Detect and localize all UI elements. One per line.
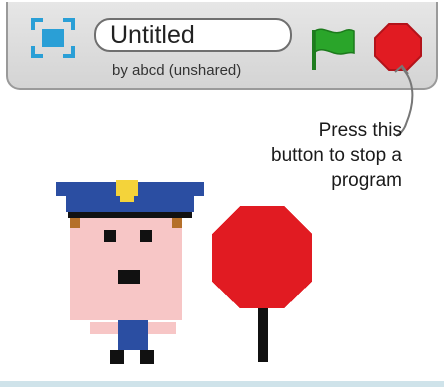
green-flag-button[interactable] xyxy=(308,22,358,72)
fullscreen-button[interactable] xyxy=(30,16,76,60)
callout-line-1: Press this xyxy=(318,120,402,141)
bottom-strip xyxy=(0,381,444,387)
callout-line-2: button to stop a xyxy=(271,145,402,166)
stop-sign-sprite[interactable] xyxy=(210,204,315,364)
fullscreen-icon xyxy=(31,18,75,58)
stop-button-callout: Press this button to stop a program xyxy=(232,118,402,193)
police-officer-sprite[interactable] xyxy=(54,176,209,372)
project-title-input[interactable] xyxy=(94,18,292,52)
stage: by abcd (unshared) Press this button to … xyxy=(0,0,444,387)
green-flag-icon xyxy=(312,28,355,70)
project-author: by abcd (unshared) xyxy=(112,62,242,79)
project-toolbar: by abcd (unshared) xyxy=(6,2,438,90)
callout-line-3: program xyxy=(331,170,402,191)
